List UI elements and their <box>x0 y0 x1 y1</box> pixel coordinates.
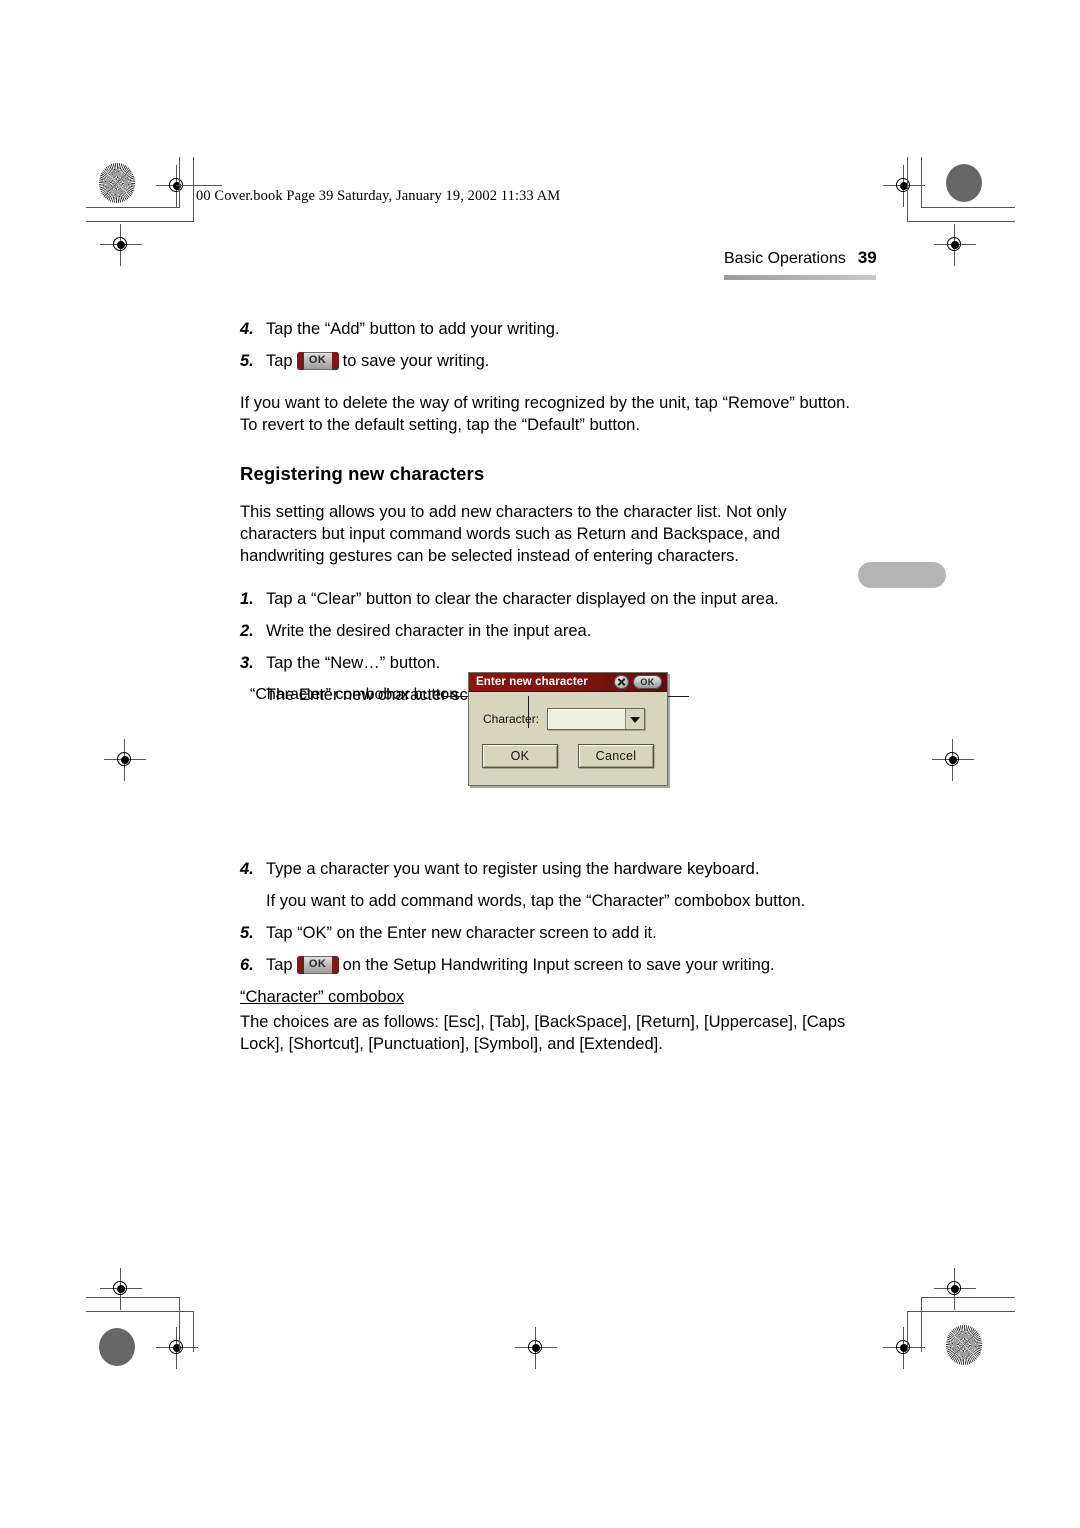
book-source-label: 00 Cover.book Page 39 Saturday, January … <box>196 188 561 204</box>
step-text: Type a character you want to register us… <box>266 859 760 878</box>
trim-line-bottom-right-d <box>907 1311 908 1352</box>
trim-line-top-right-b <box>907 221 1015 222</box>
character-field-label: Character: <box>483 712 540 726</box>
list-item-step-5-bottom: 5. Tap “OK” on the Enter new character s… <box>240 922 852 944</box>
character-combobox[interactable] <box>547 708 646 730</box>
dialog-button-row: OK Cancel <box>482 744 654 768</box>
step-text-before: Tap <box>266 956 293 975</box>
trim-line-top-right-c <box>921 157 922 208</box>
titlebar-ok-button[interactable]: OK <box>633 675 662 689</box>
intro-paragraph: This setting allows you to add new chara… <box>240 503 787 566</box>
registration-mark-bottom-left <box>156 1327 198 1369</box>
step-number: 4. <box>240 859 254 878</box>
running-head-chapter: Basic Operations <box>724 250 846 267</box>
step-number: 4. <box>240 320 254 338</box>
step-text-after: on the Setup Handwriting Input screen to… <box>342 956 775 975</box>
trim-line-top-left-c <box>179 157 180 208</box>
registration-mark-lower-right <box>934 1268 976 1310</box>
step-text: Tap “OK” on the Enter new character scre… <box>266 924 657 943</box>
callout-label-character-combobox-button: “Character” combobox button <box>250 686 459 703</box>
dialog-title: Enter new character <box>476 676 588 688</box>
list-item-step-1: 1. Tap a “Clear” button to clear the cha… <box>240 588 852 610</box>
chevron-down-icon[interactable] <box>625 709 645 729</box>
step-text: Write the desired character in the input… <box>266 621 592 640</box>
step-text: Tap OK on the Setup Handwriting Input scre… <box>266 954 852 976</box>
trim-line-bottom-left-c <box>179 1297 180 1352</box>
dialog-body: Character: OK Cancel <box>469 692 667 785</box>
trim-line-top-left-a <box>86 207 180 208</box>
trim-line-bottom-right-c <box>921 1297 922 1352</box>
registration-mark-upper-left <box>100 224 142 266</box>
trim-line-top-left-b <box>86 221 194 222</box>
ok-hardware-key-icon: OK <box>296 352 339 371</box>
registration-mark-middle-right <box>932 739 974 781</box>
registration-mark-lower-left <box>100 1268 142 1310</box>
trim-line-bottom-right-b <box>907 1311 1015 1312</box>
character-field-row: Character: <box>483 708 646 730</box>
dialog-titlebar: Enter new character OK <box>469 673 667 692</box>
registration-mark-bottom-center <box>515 1327 557 1369</box>
thumb-index-tab <box>858 562 946 588</box>
trim-line-top-right-d <box>907 157 908 222</box>
combobox-choices-paragraph: The choices are as follows: [Esc], [Tab]… <box>240 1012 846 1053</box>
registration-mark-top-left <box>156 165 198 207</box>
dialog-ok-button[interactable]: OK <box>482 744 558 768</box>
ok-hardware-key-label: OK <box>308 354 327 367</box>
list-item-step-6-bottom: 6. Tap OK on the Setup Handwriting Input s… <box>240 954 852 976</box>
character-combobox-value <box>548 709 625 729</box>
section-title: Registering new characters <box>240 463 485 485</box>
list-item-step-2: 2. Write the desired character in the in… <box>240 620 852 642</box>
book-label-rule <box>176 185 222 186</box>
trim-line-bottom-left-b <box>86 1311 194 1312</box>
titlebar-buttons: OK <box>614 675 662 689</box>
print-starburst-mark-bottom-right <box>946 1325 982 1365</box>
trim-line-bottom-right-a <box>921 1297 1015 1298</box>
registration-mark-bottom-right <box>883 1327 925 1369</box>
registration-mark-top-right <box>883 165 925 207</box>
trim-line-top-left-d <box>193 157 194 222</box>
registration-mark-upper-right <box>934 224 976 266</box>
step-number: 5. <box>240 352 254 371</box>
figure-enter-new-character: “Character” combobox button Enter new ch… <box>240 668 689 794</box>
step-number: 5. <box>240 924 254 943</box>
note-paragraph: If you want to delete the way of writing… <box>240 394 850 435</box>
list-item-step-5-top: 5. Tap OK to save your writing. <box>240 350 852 372</box>
step-number: 6. <box>240 956 254 975</box>
combobox-subheading: “Character” combobox <box>240 988 405 1007</box>
registration-mark-middle-left <box>104 739 146 781</box>
trim-line-top-right-a <box>921 207 1015 208</box>
print-density-blob-bottom-left <box>99 1328 135 1366</box>
after-step-4-paragraph: If you want to add command words, tap th… <box>266 892 806 911</box>
print-starburst-mark-top-left <box>99 163 135 203</box>
step-text: Tap a “Clear” button to clear the charac… <box>266 589 779 608</box>
running-head-rule <box>724 275 876 280</box>
print-density-blob-top-right <box>946 164 982 202</box>
trim-line-bottom-left-a <box>86 1297 180 1298</box>
ok-hardware-key-icon: OK <box>296 956 339 975</box>
dialog-cancel-button[interactable]: Cancel <box>578 744 654 768</box>
close-x-icon[interactable] <box>614 675 629 689</box>
step-text: Tap the “Add” button to add your writing… <box>266 320 560 338</box>
step-text-before: Tap <box>266 352 293 371</box>
running-head: Basic Operations 39 <box>724 248 877 268</box>
page-number: 39 <box>857 248 877 267</box>
list-item-step-4-top: 4. Tap the “Add” button to add your writ… <box>240 318 852 340</box>
step-text: Tap OK to save your writing. <box>266 350 852 372</box>
ok-hardware-key-label: OK <box>308 958 327 971</box>
step-number: 2. <box>240 621 254 640</box>
step-number: 1. <box>240 589 254 608</box>
step-text-after: to save your writing. <box>342 352 490 371</box>
callout-leader-line-vertical <box>528 696 529 728</box>
dialog-enter-new-character: Enter new character OK Character: OK Can… <box>468 672 668 786</box>
list-item-step-4-bottom: 4. Type a character you want to register… <box>240 858 852 880</box>
trim-line-bottom-left-d <box>193 1311 194 1352</box>
